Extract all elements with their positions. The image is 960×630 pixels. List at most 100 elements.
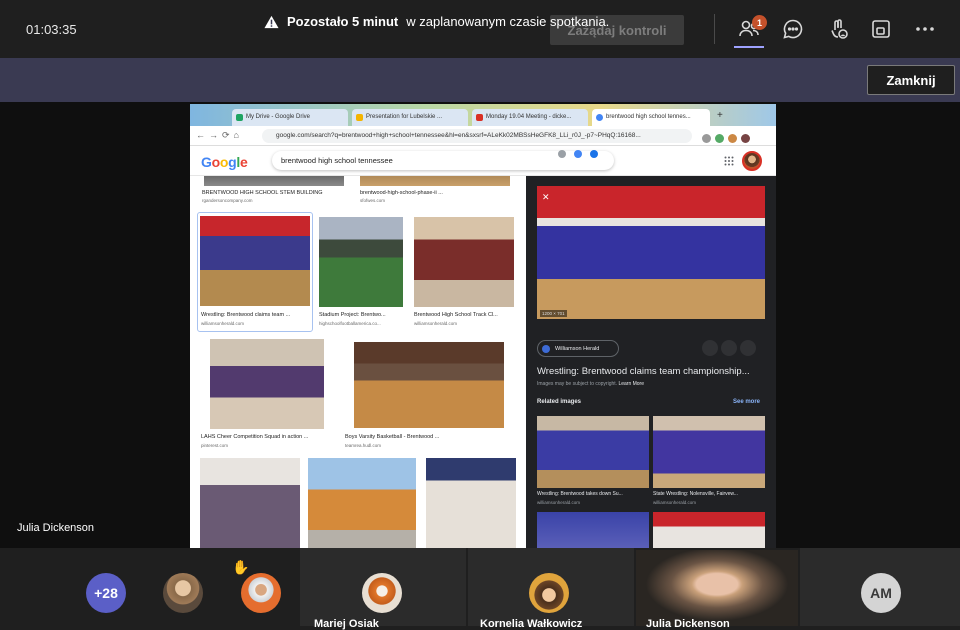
- result-thumbnail[interactable]: [200, 458, 300, 548]
- tab-label: Presentation for Lubelskie ...: [366, 114, 443, 120]
- result-thumbnail-basketball[interactable]: [354, 342, 504, 428]
- result-thumbnail-cheer[interactable]: [210, 339, 324, 429]
- result-thumbnail-stadium[interactable]: [319, 217, 403, 307]
- participant-avatar[interactable]: [241, 573, 281, 613]
- participant-video[interactable]: [636, 550, 798, 626]
- gmail-icon: [476, 114, 483, 121]
- result-source: williamsonherald.com: [414, 321, 458, 326]
- preview-title[interactable]: Wrestling: Brentwood claims team champio…: [537, 366, 750, 377]
- result-source: teamrea.hudl.com: [345, 443, 382, 448]
- browser-tab-presentation[interactable]: Presentation for Lubelskie ...: [352, 109, 468, 126]
- address-bar: ←→⟳⌂ google.com/search?q=brentwood+high+…: [190, 126, 776, 146]
- participant-name: Julia Dickenson: [646, 618, 730, 630]
- result-title[interactable]: BRENTWOOD HIGH SCHOOL STEM BUILDING: [202, 190, 352, 196]
- share-tray-icon[interactable]: [869, 17, 893, 41]
- browser-tab-meeting[interactable]: Monday 19.04 Meeting - dicke...: [472, 109, 588, 126]
- participant-avatar[interactable]: [529, 573, 569, 613]
- drive-icon: [236, 114, 243, 121]
- more-participants-button[interactable]: +28: [86, 573, 126, 613]
- search-tools[interactable]: [558, 150, 606, 160]
- participant-avatar[interactable]: [362, 573, 402, 613]
- reactions-icon[interactable]: [826, 17, 850, 41]
- nav-buttons[interactable]: ←→⟳⌂: [196, 130, 243, 141]
- related-image[interactable]: [653, 512, 765, 548]
- share-icon[interactable]: [702, 340, 718, 356]
- image-preview-panel: ✕ 1200 × 701 Williamson Herald Wrestling…: [526, 176, 776, 548]
- google-logo[interactable]: Google: [201, 154, 248, 170]
- result-title[interactable]: brentwood-high-school-phase-ii ...: [360, 190, 510, 196]
- related-image[interactable]: [537, 512, 649, 548]
- tab-label: brentwood high school tennes...: [606, 114, 691, 120]
- related-title[interactable]: State Wrestling: Nolensville, Fairvew...: [653, 491, 765, 497]
- related-title[interactable]: Wrestling: Brentwood takes down Su...: [537, 491, 649, 497]
- more-icon[interactable]: [913, 17, 937, 41]
- close-notice-button[interactable]: Zamknij: [867, 65, 955, 95]
- result-thumbnail[interactable]: [426, 458, 516, 548]
- chat-icon[interactable]: [781, 17, 805, 41]
- google-header: Google brentwood high school tennessee: [190, 146, 776, 176]
- bookmark-icon[interactable]: [721, 340, 737, 356]
- result-thumbnail[interactable]: [308, 458, 416, 548]
- extension-icons[interactable]: [702, 130, 770, 143]
- new-tab-icon[interactable]: +: [717, 110, 723, 121]
- notice-rest-text: w zaplanowanym czasie spotkania.: [406, 14, 610, 29]
- result-title[interactable]: Boys Varsity Basketball - Brentwood ...: [345, 434, 515, 440]
- meeting-end-notice: Pozostało 5 minut w zaplanowanym czasie …: [264, 14, 609, 29]
- result-title[interactable]: Wrestling: Brentwood claims team ...: [201, 312, 311, 318]
- image-results-grid: BRENTWOOD HIGH SCHOOL STEM BUILDING rgan…: [190, 176, 526, 548]
- result-thumbnail-wrestling[interactable]: [200, 216, 310, 306]
- browser-tab-bar: My Drive - Google Drive Presentation for…: [190, 104, 776, 126]
- learn-more-link[interactable]: Learn More: [618, 381, 644, 387]
- meeting-end-notice-bar: [0, 58, 960, 102]
- preview-source-chip[interactable]: Williamson Herald: [537, 340, 619, 357]
- apps-grid-icon[interactable]: [724, 156, 734, 166]
- shared-browser-window: My Drive - Google Drive Presentation for…: [190, 104, 776, 548]
- related-image[interactable]: [537, 416, 649, 488]
- result-thumbnail[interactable]: [360, 176, 510, 186]
- result-title[interactable]: Stadium Project: Brentwo...: [319, 312, 405, 318]
- warning-icon: [264, 15, 279, 28]
- result-title[interactable]: Brentwood High School Track Cl...: [414, 312, 518, 318]
- result-title[interactable]: LAHS Cheer Competition Squad in action .…: [201, 434, 341, 440]
- notice-strong-text: Pozostało 5 minut: [287, 14, 399, 29]
- browser-tab-drive[interactable]: My Drive - Google Drive: [232, 109, 348, 126]
- mic-icon[interactable]: [574, 150, 582, 158]
- participant-name: Kornelia Wałkowicz: [480, 618, 583, 630]
- result-thumbnail-track[interactable]: [414, 217, 514, 307]
- more-vert-icon[interactable]: [740, 340, 756, 356]
- result-source: highschoolfootballamerica.co...: [319, 321, 381, 326]
- presenter-name-label: Julia Dickenson: [17, 522, 95, 534]
- url-field[interactable]: google.com/search?q=brentwood+high+schoo…: [262, 129, 692, 143]
- google-icon: [596, 114, 603, 121]
- related-image[interactable]: [653, 416, 765, 488]
- participants-count-badge: 1: [752, 15, 767, 30]
- search-icon[interactable]: [590, 150, 598, 158]
- slides-icon: [356, 114, 363, 121]
- related-source: williamsonherald.com: [537, 500, 581, 505]
- participant-initials-avatar[interactable]: AM: [861, 573, 901, 613]
- result-thumbnail[interactable]: [204, 176, 344, 186]
- raised-hand-icon: ✋: [232, 559, 250, 575]
- camera-icon[interactable]: [558, 150, 566, 158]
- preview-actions: [702, 340, 766, 358]
- related-source: williamsonherald.com: [653, 500, 697, 505]
- result-source: sfofwes.com: [360, 198, 386, 203]
- meeting-timer: 01:03:35: [26, 22, 77, 37]
- image-dimensions: 1200 × 701: [540, 310, 567, 317]
- meeting-top-bar: [0, 0, 960, 58]
- preview-image[interactable]: [537, 186, 765, 319]
- copyright-text: Images may be subject to copyright.: [537, 381, 618, 387]
- result-source: pinterest.com: [201, 443, 229, 448]
- related-images-heading: Related images: [537, 399, 582, 405]
- tab-label: Monday 19.04 Meeting - dicke...: [486, 114, 572, 120]
- participant-avatar[interactable]: [163, 573, 203, 613]
- result-source: rgandersoncompany.com: [202, 198, 253, 203]
- account-avatar[interactable]: [742, 151, 762, 171]
- participant-name: Mariej Osiak: [314, 618, 379, 630]
- see-more-link[interactable]: See more: [733, 399, 760, 405]
- result-source: williamsonherald.com: [201, 321, 245, 326]
- close-preview-icon[interactable]: ✕: [542, 192, 550, 203]
- active-indicator: [734, 46, 764, 48]
- toolbar-divider: [714, 14, 715, 44]
- browser-tab-search[interactable]: brentwood high school tennes...: [592, 109, 710, 126]
